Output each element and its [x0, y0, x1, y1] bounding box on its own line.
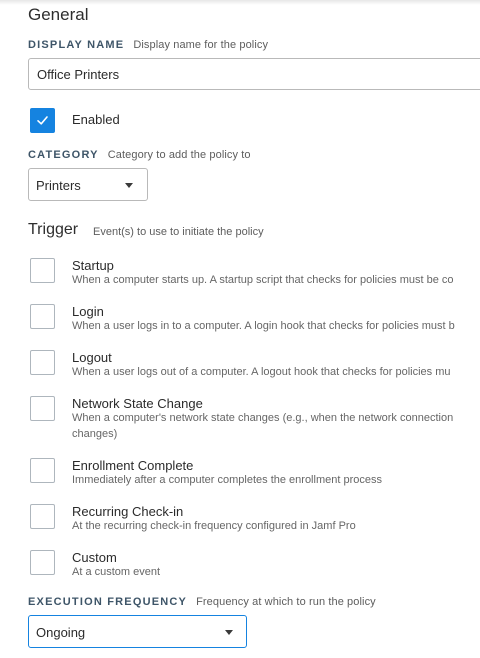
trigger-login-title: Login [72, 304, 104, 319]
trigger-custom-checkbox[interactable] [30, 550, 55, 575]
execution-frequency-description: Frequency at which to run the policy [196, 596, 376, 608]
display-name-label-row: DISPLAY NAME Display name for the policy [28, 39, 268, 51]
category-select[interactable]: Printers [28, 168, 148, 201]
trigger-custom-title: Custom [72, 550, 117, 565]
policy-general-page: General DISPLAY NAME Display name for the… [0, 0, 480, 658]
category-select-value: Printers [36, 178, 81, 193]
enabled-label: Enabled [72, 112, 120, 127]
trigger-startup-checkbox[interactable] [30, 258, 55, 283]
trigger-logout-description: When a user logs out of a computer. A lo… [72, 366, 451, 378]
checkmark-icon [37, 116, 48, 125]
trigger-section-description: Event(s) to use to initiate the policy [93, 226, 264, 238]
category-label-row: CATEGORY Category to add the policy to [28, 149, 251, 161]
execution-frequency-label-row: EXECUTION FREQUENCY Frequency at which to… [28, 596, 376, 608]
trigger-enrollment-complete-title: Enrollment Complete [72, 458, 194, 473]
trigger-recurring-check-in-checkbox[interactable] [30, 504, 55, 529]
trigger-enrollment-complete-checkbox[interactable] [30, 458, 55, 483]
general-section-title: General [28, 5, 89, 24]
trigger-network-state-change-title: Network State Change [72, 396, 203, 411]
trigger-network-state-change-description-line2: changes) [72, 428, 118, 440]
enabled-checkbox[interactable] [30, 108, 55, 133]
trigger-enrollment-complete-description: Immediately after a computer completes t… [72, 474, 382, 486]
trigger-startup-description: When a computer starts up. A startup scr… [72, 274, 454, 286]
trigger-network-state-change-checkbox[interactable] [30, 396, 55, 421]
execution-frequency-select[interactable]: Ongoing [28, 615, 247, 648]
display-name-input[interactable] [28, 58, 480, 90]
trigger-logout-checkbox[interactable] [30, 350, 55, 375]
chevron-down-icon [225, 630, 233, 635]
display-name-label: DISPLAY NAME [28, 39, 125, 51]
category-label: CATEGORY [28, 149, 99, 161]
category-description: Category to add the policy to [107, 149, 251, 161]
trigger-recurring-check-in-description: At the recurring check-in frequency conf… [72, 520, 356, 532]
execution-frequency-label: EXECUTION FREQUENCY [28, 596, 188, 608]
trigger-logout-title: Logout [72, 350, 112, 365]
trigger-section-title: Trigger [28, 221, 79, 238]
trigger-network-state-change-description: When a computer's network state changes … [72, 412, 454, 424]
trigger-startup-title: Startup [72, 258, 114, 273]
trigger-login-description: When a user logs in to a computer. A log… [72, 320, 455, 332]
display-name-description: Display name for the policy [133, 39, 269, 51]
trigger-custom-description: At a custom event [72, 566, 161, 578]
chevron-down-icon [125, 183, 133, 188]
trigger-login-checkbox[interactable] [30, 304, 55, 329]
execution-frequency-select-value: Ongoing [36, 625, 86, 640]
trigger-recurring-check-in-title: Recurring Check-in [72, 504, 184, 519]
